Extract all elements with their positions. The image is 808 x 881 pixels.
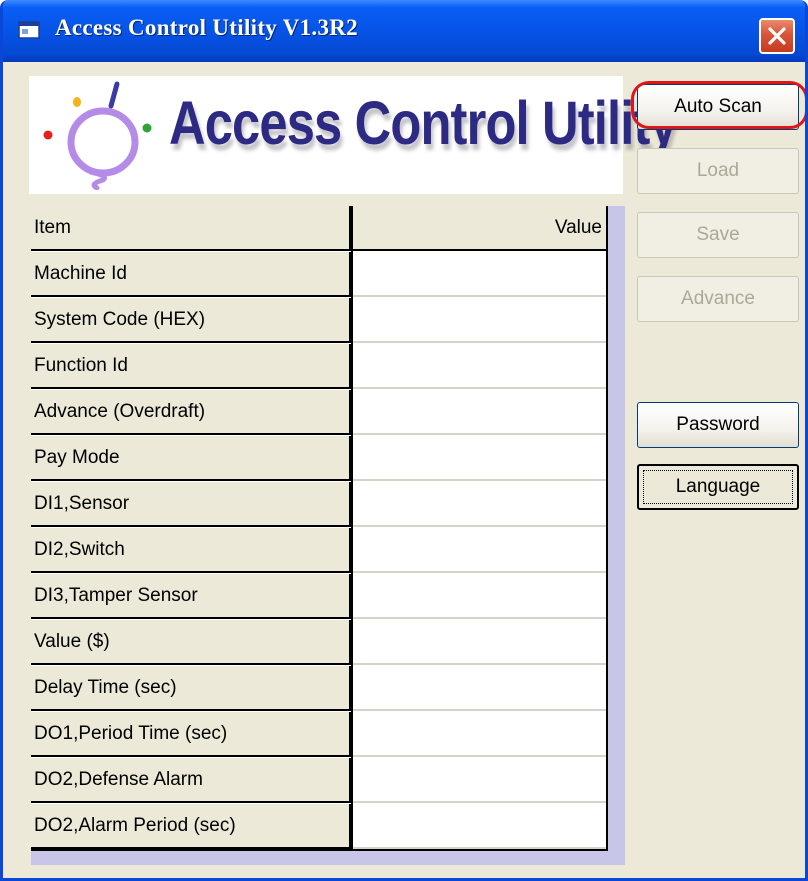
window-title: Access Control Utility V1.3R2 [55, 15, 358, 40]
value-cell[interactable] [351, 436, 606, 481]
grid-column-divider[interactable] [351, 206, 353, 851]
column-header-value: Value [351, 206, 606, 251]
app-window-icon [18, 21, 40, 39]
close-icon [768, 27, 786, 45]
table-row: DI2,Switch [31, 528, 606, 573]
main-window: Access Control Utility V1.3R2 Access Con… [0, 0, 808, 881]
row-label: System Code (HEX) [31, 298, 351, 343]
value-cell[interactable] [351, 344, 606, 389]
value-cell[interactable] [351, 804, 606, 849]
row-label: Pay Mode [31, 436, 351, 481]
value-cell[interactable] [351, 574, 606, 619]
row-label: Delay Time (sec) [31, 666, 351, 711]
table-row: Delay Time (sec) [31, 666, 606, 711]
logo-banner: Access Control Utility [29, 76, 678, 194]
close-button[interactable] [759, 18, 795, 54]
advance-button[interactable]: Advance [637, 276, 799, 322]
table-row: DI1,Sensor [31, 482, 606, 527]
value-cell[interactable] [351, 712, 606, 757]
table-row: Function Id [31, 344, 606, 389]
row-label: Machine Id [31, 252, 351, 297]
table-row: DO2,Alarm Period (sec) [31, 804, 606, 849]
row-label: DI3,Tamper Sensor [31, 574, 351, 619]
row-label: DI1,Sensor [31, 482, 351, 527]
table-row: System Code (HEX) [31, 298, 606, 343]
value-cell[interactable] [351, 620, 606, 665]
value-cell[interactable] [351, 482, 606, 527]
value-cell[interactable] [351, 298, 606, 343]
table-row: Pay Mode [31, 436, 606, 481]
table-row: Machine Id [31, 252, 606, 297]
table-row: DO1,Period Time (sec) [31, 712, 606, 757]
value-cell[interactable] [351, 390, 606, 435]
row-label: Value ($) [31, 620, 351, 665]
row-label: DO2,Alarm Period (sec) [31, 804, 351, 849]
row-label: DO1,Period Time (sec) [31, 712, 351, 757]
properties-grid-container: Item Value Machine Id System Code (HEX) … [31, 206, 625, 865]
lightbulb-icon [43, 81, 152, 190]
save-button[interactable]: Save [637, 212, 799, 258]
grid-header: Item Value [31, 206, 606, 251]
column-header-item: Item [31, 206, 351, 251]
value-cell[interactable] [351, 666, 606, 711]
value-cell[interactable] [351, 528, 606, 573]
row-label: DO2,Defense Alarm [31, 758, 351, 803]
row-label: Advance (Overdraft) [31, 390, 351, 435]
value-cell[interactable] [351, 758, 606, 803]
table-row: DI3,Tamper Sensor [31, 574, 606, 619]
highlight-annotation [631, 81, 805, 129]
language-button[interactable]: Language [637, 464, 799, 510]
load-button[interactable]: Load [637, 148, 799, 194]
table-row: DO2,Defense Alarm [31, 758, 606, 803]
title-bar[interactable]: Access Control Utility V1.3R2 [3, 0, 805, 62]
table-row: Advance (Overdraft) [31, 390, 606, 435]
table-row: Value ($) [31, 620, 606, 665]
row-label: Function Id [31, 344, 351, 389]
value-cell[interactable] [351, 252, 606, 297]
properties-grid: Item Value Machine Id System Code (HEX) … [31, 206, 608, 851]
password-button[interactable]: Password [637, 402, 799, 448]
focus-indicator [643, 470, 793, 504]
logo-text: Access Control Utility [169, 89, 678, 157]
row-label: DI2,Switch [31, 528, 351, 573]
